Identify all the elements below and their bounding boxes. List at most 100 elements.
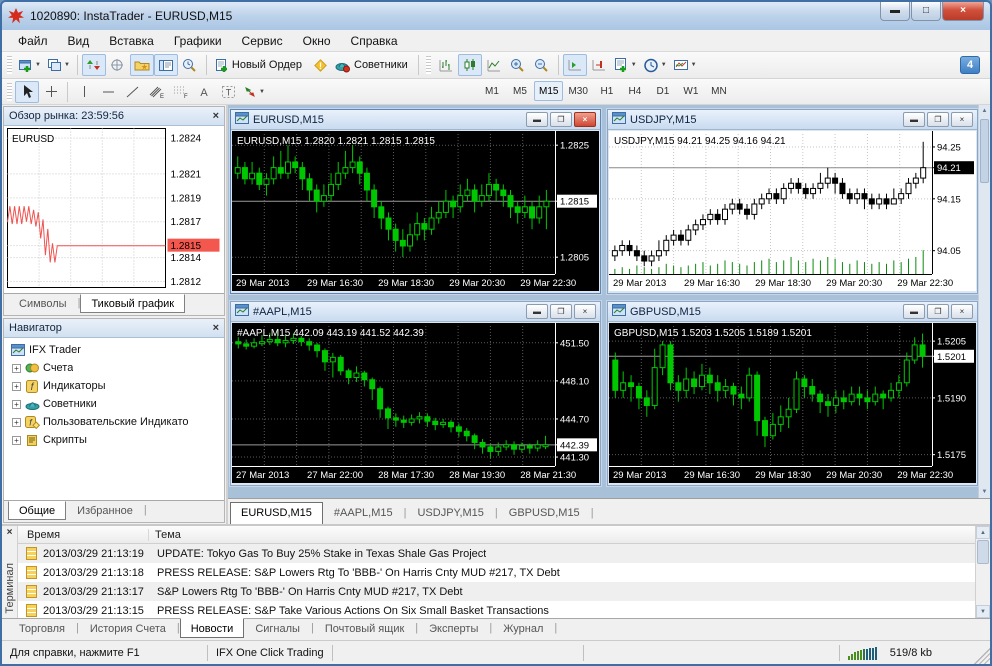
terminal-close-icon[interactable]: × [7, 526, 13, 538]
column-header-topic[interactable]: Тема [149, 529, 181, 541]
chart-window-usdjpym15[interactable]: USDJPY,M15 ▬ ❐ × 94.25 94.21 94.15 94.05 29 Mar … [607, 109, 978, 294]
toolbar-grip[interactable] [7, 56, 12, 74]
menu-item-Вид[interactable]: Вид [58, 32, 100, 50]
scrollbar-thumb[interactable] [980, 119, 989, 183]
scroll-down-icon[interactable]: ▼ [976, 605, 990, 618]
timeframe-MN[interactable]: MN [705, 81, 733, 101]
auto-scroll-button[interactable] [562, 54, 587, 76]
market-watch-close-icon[interactable]: × [213, 110, 219, 122]
timeframe-M30[interactable]: M30 [563, 81, 592, 101]
profiles-button[interactable]: ▼ [44, 54, 73, 76]
horizontal-line-tool[interactable] [96, 81, 120, 103]
tick-chart-body[interactable]: EURUSD 1.2824 1.2821 1.2819 1.2817 1.2815 1.28… [4, 126, 224, 293]
chart-tab-3[interactable]: USDJPY,M15 [406, 502, 494, 525]
fibonacci-tool[interactable]: F [168, 81, 192, 103]
chart-client-area[interactable]: 94.25 94.21 94.15 94.05 29 Mar 2013 29 Mar 16… [609, 131, 976, 296]
scroll-up-icon[interactable]: ▲ [976, 526, 990, 539]
cursor-tool[interactable] [15, 80, 39, 103]
market-watch-toggle[interactable] [81, 54, 106, 76]
timeframe-M1[interactable]: M1 [478, 81, 506, 101]
timeframe-H1[interactable]: H1 [593, 81, 621, 101]
menu-item-Графики[interactable]: Графики [164, 32, 232, 50]
resize-grip[interactable] [974, 648, 990, 664]
tree-item-2[interactable]: + f Индикаторы [6, 377, 224, 395]
chart-window-aaplm15[interactable]: #AAPL,M15 ▬ ❐ × 451.50 448.10 444.70 442.39 441.… [230, 301, 601, 486]
news-row-1[interactable]: 2013/03/29 21:13:19 UPDATE: Tokyo Gas To … [18, 544, 975, 563]
column-header-time[interactable]: Время [18, 528, 149, 541]
news-row-4[interactable]: 2013/03/29 21:13:15 PRESS RELEASE: S&P Ta… [18, 601, 975, 618]
scroll-down-icon[interactable]: ▼ [979, 486, 990, 498]
chart-window-eurusdm15[interactable]: EURUSD,M15 ▬ ❐ × 1.2825 1.2815 1.2805 29 Mar 20… [230, 109, 601, 294]
tree-item-root[interactable]: IFX Trader [6, 341, 224, 359]
tree-item-5[interactable]: + Скрипты [6, 431, 224, 449]
chart-window-titlebar[interactable]: GBPUSD,M15 ▬ ❐ × [608, 302, 977, 322]
chart-tab-1[interactable]: EURUSD,M15 [230, 502, 323, 525]
new-order-button[interactable]: Новый Ордер [211, 54, 308, 76]
close-button[interactable]: × [942, 2, 984, 21]
chart-restore-button[interactable]: ❐ [550, 304, 572, 319]
terminal-tab-3[interactable]: Новости [179, 618, 245, 638]
chart-close-button[interactable]: × [574, 112, 596, 127]
navigator-toggle[interactable]: ★ [129, 54, 154, 76]
terminal-tab-4[interactable]: Сигналы [244, 619, 311, 638]
chart-restore-button[interactable]: ❐ [927, 304, 949, 319]
menu-item-Сервис[interactable]: Сервис [232, 32, 293, 50]
text-label-tool[interactable]: T [216, 81, 240, 103]
chart-client-area[interactable]: 1.5205 1.5201 1.5190 1.5175 29 Mar 2013 29 Ma… [609, 323, 976, 488]
strategy-tester-button[interactable] [178, 54, 202, 76]
new-chart-button[interactable]: ▼ [15, 54, 44, 76]
expand-icon[interactable]: + [12, 381, 21, 391]
chart-close-button[interactable]: × [574, 304, 596, 319]
expert-advisors-button[interactable]: Советники [332, 54, 414, 76]
timeframe-M5[interactable]: M5 [506, 81, 534, 101]
maximize-button[interactable]: □ [911, 2, 941, 21]
menu-item-Файл[interactable]: Файл [8, 32, 58, 50]
chart-client-area[interactable]: 451.50 448.10 444.70 442.39 441.30 27 Mar 201… [232, 323, 599, 488]
equidistant-channel-tool[interactable]: E [144, 81, 168, 103]
expand-icon[interactable]: + [12, 435, 21, 445]
terminal-tab-1[interactable]: Торговля [8, 619, 76, 638]
chart-client-area[interactable]: 1.2825 1.2815 1.2805 29 Mar 2013 29 Mar 16:3… [232, 131, 599, 296]
indicators-button[interactable]: ▼ [611, 54, 640, 76]
chart-window-titlebar[interactable]: #AAPL,M15 ▬ ❐ × [231, 302, 600, 322]
one-click-trading-cell[interactable]: IFX One Click Trading [208, 641, 332, 664]
zoom-in-button[interactable] [506, 54, 530, 76]
crosshair-tool[interactable] [39, 81, 63, 103]
terminal-scrollbar[interactable]: ▲ ▼ [975, 526, 990, 618]
notifications-badge[interactable]: 4 [960, 56, 980, 74]
chart-minimize-button[interactable]: ▬ [526, 304, 548, 319]
periods-button[interactable]: ▼ [640, 54, 670, 76]
expand-icon[interactable]: + [12, 363, 21, 373]
chart-minimize-button[interactable]: ▬ [903, 304, 925, 319]
chart-minimize-button[interactable]: ▬ [526, 112, 548, 127]
menu-item-Вставка[interactable]: Вставка [99, 32, 164, 50]
terminal-toggle[interactable] [153, 54, 178, 76]
mdi-scrollbar[interactable]: ▲ ▼ [978, 105, 990, 498]
chart-restore-button[interactable]: ❐ [927, 112, 949, 127]
news-row-2[interactable]: 2013/03/29 21:13:18 PRESS RELEASE: S&P Lo… [18, 563, 975, 582]
toolbar-grip[interactable] [425, 56, 431, 74]
trendline-tool[interactable] [120, 81, 144, 103]
templates-button[interactable]: ▼ [670, 54, 700, 76]
timeframe-M15[interactable]: M15 [534, 81, 564, 101]
vertical-line-tool[interactable] [72, 81, 96, 103]
minimize-button[interactable]: ▬ [880, 2, 910, 21]
candlestick-chart-button[interactable] [457, 54, 482, 76]
scrollbar-thumb[interactable] [977, 540, 989, 564]
expand-icon[interactable]: + [12, 399, 21, 409]
navigator-tab-2[interactable]: Избранное [66, 501, 144, 520]
expand-icon[interactable]: + [12, 417, 21, 427]
chart-close-button[interactable]: × [951, 304, 973, 319]
arrows-tool[interactable]: ▼ [240, 81, 268, 103]
chart-close-button[interactable]: × [951, 112, 973, 127]
bar-chart-button[interactable] [434, 54, 458, 76]
tick-chart[interactable]: EURUSD 1.28241.28211.28191.28171.28151.28… [4, 126, 224, 290]
data-window-button[interactable] [106, 54, 130, 76]
chart-window-titlebar[interactable]: USDJPY,M15 ▬ ❐ × [608, 110, 977, 130]
important-button[interactable]: ! [308, 54, 332, 76]
scroll-up-icon[interactable]: ▲ [979, 105, 990, 117]
menu-item-Справка[interactable]: Справка [341, 32, 408, 50]
zoom-out-button[interactable] [530, 54, 554, 76]
terminal-tab-5[interactable]: Почтовый ящик [314, 619, 415, 638]
timeframe-W1[interactable]: W1 [677, 81, 705, 101]
